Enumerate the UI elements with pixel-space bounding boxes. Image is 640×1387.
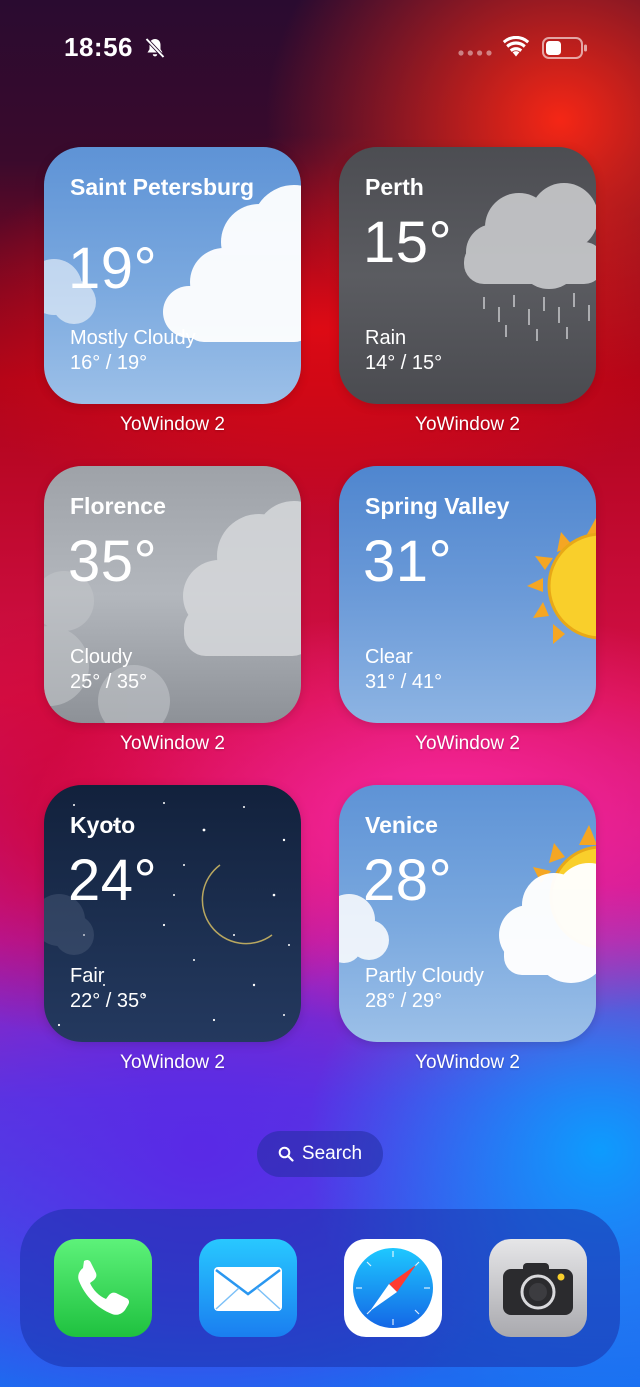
weather-widget-spring-valley[interactable]: Spring Valley 31° Clear 31° / 41° [339, 466, 596, 723]
widget-condition: Mostly Cloudy [70, 327, 196, 349]
widget-city-name: Saint Petersburg [70, 174, 255, 200]
dock-app-camera[interactable] [489, 1239, 587, 1337]
weather-widget-saint-petersburg[interactable]: Saint Petersburg 19° Mostly Cloudy 16° /… [44, 147, 301, 404]
widget-city-name: Spring Valley [365, 493, 510, 519]
dock-app-safari[interactable] [344, 1239, 442, 1337]
widget-app-label: YoWindow 2 [120, 733, 225, 754]
magnifier-icon [278, 1146, 294, 1162]
widget-app-label: YoWindow 2 [120, 414, 225, 435]
widget-temperature: 19° [68, 236, 158, 301]
phone-icon [54, 1239, 152, 1337]
dock-app-mail[interactable] [199, 1239, 297, 1337]
widget-slot-florence: Florence 35° Cloudy 25° / 35° YoWindow 2 [44, 466, 301, 755]
wifi-icon [502, 36, 530, 57]
widget-temp-range: 31° / 41° [365, 671, 443, 693]
compass-icon [344, 1239, 442, 1337]
weather-widget-perth[interactable]: Perth 15° Rain 14° / 15° [339, 147, 596, 404]
widget-app-label: YoWindow 2 [415, 414, 520, 435]
dock-app-phone[interactable] [54, 1239, 152, 1337]
widget-temperature: 35° [68, 529, 158, 594]
weather-widget-venice[interactable]: Venice 28° Partly Cloudy 28° / 29° [339, 785, 596, 1042]
widget-app-label: YoWindow 2 [415, 1052, 520, 1073]
widget-temp-range: 22° / 35° [70, 990, 148, 1012]
widget-city-name: Kyoto [70, 812, 136, 838]
silent-bell-icon [145, 37, 165, 59]
widget-temperature: 15° [363, 210, 453, 275]
widget-condition: Rain [365, 327, 407, 349]
widget-app-label: YoWindow 2 [415, 733, 520, 754]
widget-condition: Partly Cloudy [365, 965, 484, 987]
widget-app-label: YoWindow 2 [120, 1052, 225, 1073]
widget-temp-range: 28° / 29° [365, 990, 443, 1012]
battery-icon [542, 37, 587, 59]
widget-temperature: 28° [363, 848, 453, 913]
search-label: Search [301, 1143, 363, 1164]
weather-widget-kyoto[interactable]: Kyoto 24° Fair 22° / 35° [44, 785, 301, 1042]
widget-condition: Cloudy [70, 646, 133, 668]
widget-temperature: 31° [363, 529, 453, 594]
widget-temp-range: 14° / 15° [365, 352, 443, 374]
widget-temperature: 24° [68, 848, 158, 913]
widget-slot-venice: Venice 28° Partly Cloudy 28° / 29° YoWin… [339, 785, 596, 1074]
widget-temp-range: 16° / 19° [70, 352, 148, 374]
widget-slot-perth: Perth 15° Rain 14° / 15° YoWindow 2 [339, 147, 596, 436]
status-bar: 18:56 [0, 0, 640, 96]
widget-city-name: Venice [365, 812, 438, 838]
camera-icon [489, 1239, 587, 1337]
widget-slot-kyoto: Kyoto 24° Fair 22° / 35° YoWindow 2 [44, 785, 301, 1074]
widget-city-name: Perth [365, 174, 424, 200]
mail-icon [199, 1239, 297, 1337]
status-time: 18:56 [64, 32, 133, 62]
widget-condition: Clear [365, 646, 413, 668]
widget-temp-range: 25° / 35° [70, 671, 148, 693]
spotlight-search-button[interactable]: Search [257, 1131, 383, 1177]
widget-city-name: Florence [70, 493, 166, 519]
widget-slot-saint-petersburg: Saint Petersburg 19° Mostly Cloudy 16° /… [44, 147, 301, 436]
cellular-dots-icon [458, 50, 492, 56]
widget-slot-spring-valley: Spring Valley 31° Clear 31° / 41° YoWind… [339, 466, 596, 755]
widget-condition: Fair [70, 965, 105, 987]
weather-widget-florence[interactable]: Florence 35° Cloudy 25° / 35° [44, 466, 301, 723]
